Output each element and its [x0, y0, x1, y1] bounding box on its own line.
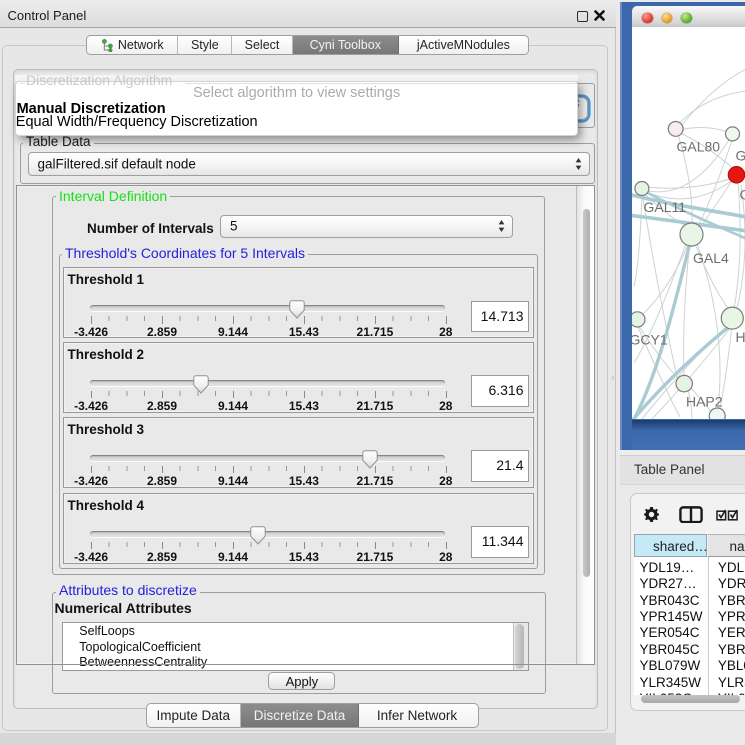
svg-text:GCY1: GCY1: [632, 332, 668, 348]
svg-text:GA: GA: [735, 148, 745, 164]
svg-text:H: H: [735, 329, 745, 345]
svg-text:GAL80: GAL80: [676, 139, 720, 155]
svg-text:GAL11: GAL11: [643, 199, 686, 215]
svg-text:C: C: [739, 187, 745, 203]
svg-text:GAL4: GAL4: [693, 250, 729, 266]
svg-text:HAP2: HAP2: [686, 394, 723, 410]
